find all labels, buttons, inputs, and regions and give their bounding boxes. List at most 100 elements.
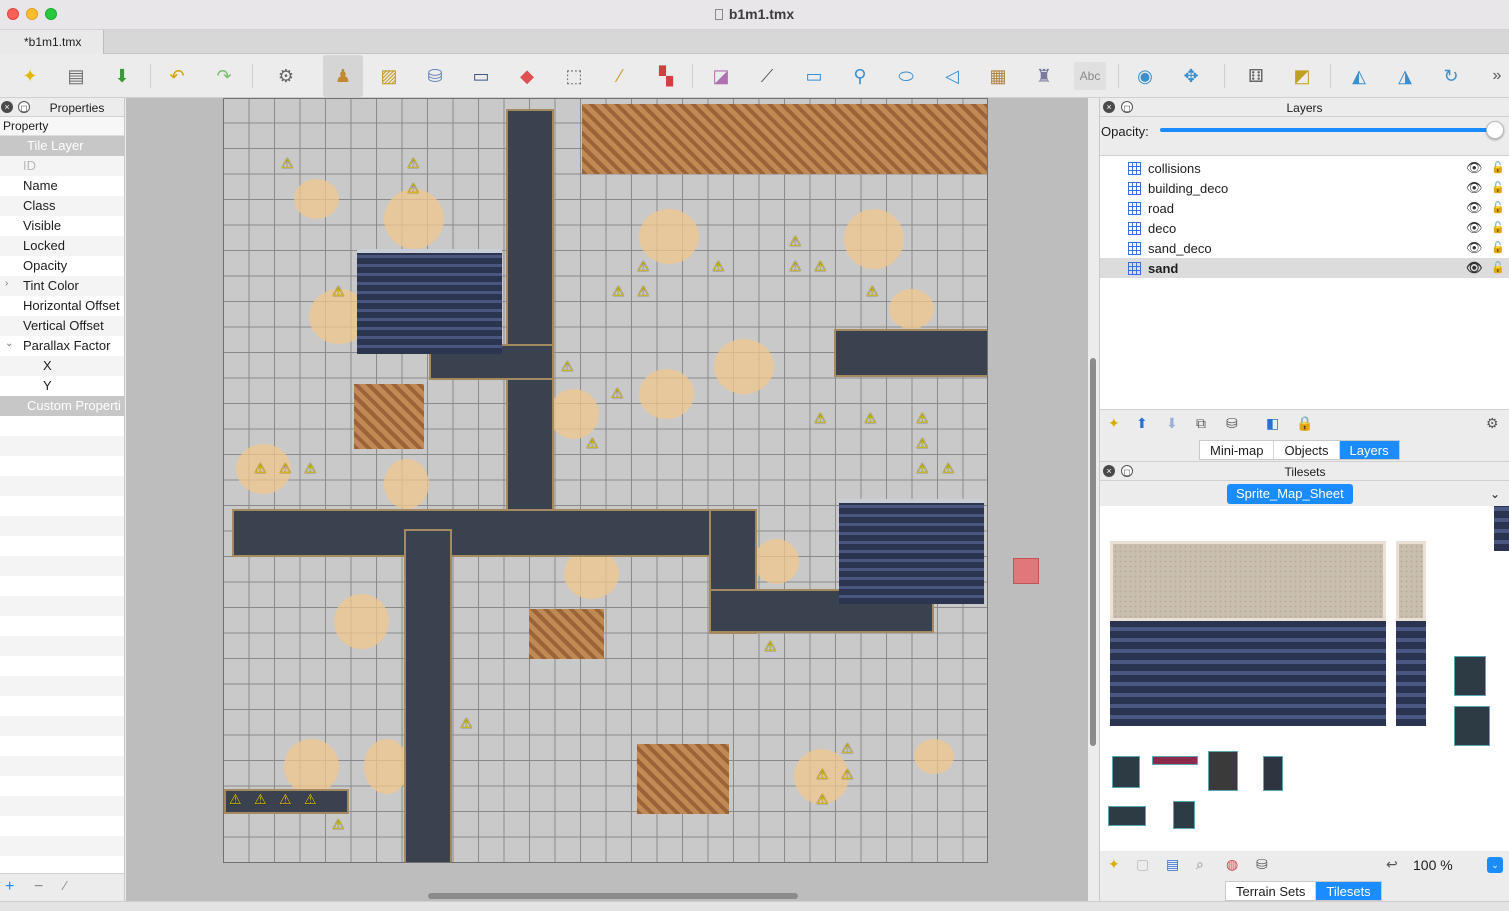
select-objects-icon[interactable]: ◪ <box>707 62 735 90</box>
lock-layer-icon[interactable]: 🔒 <box>1296 415 1313 432</box>
rename-property-icon[interactable]: ⁄ <box>64 878 66 893</box>
close-panel-icon[interactable]: × <box>1 101 13 113</box>
property-parallax-y[interactable]: Y <box>0 376 124 396</box>
custom-properties-group[interactable]: Custom Properti <box>0 396 124 416</box>
chevron-down-icon[interactable]: ⌄ <box>1487 857 1503 873</box>
layer-row-sand[interactable]: sand 👁 🔓 <box>1100 258 1509 278</box>
property-name[interactable]: Name <box>0 176 124 196</box>
tab-tilesets[interactable]: Tilesets <box>1316 882 1381 900</box>
insert-polygon-icon[interactable]: ◁ <box>938 62 966 90</box>
edit-tileset-icon[interactable]: ⌕ <box>1196 856 1204 873</box>
tileset-object-tile[interactable] <box>1173 801 1195 829</box>
dynamic-wrapping-icon[interactable]: ◍ <box>1226 856 1238 873</box>
unlock-icon[interactable]: 🔓 <box>1491 241 1505 254</box>
unlock-icon[interactable]: 🔓 <box>1491 261 1505 274</box>
tab-terrain-sets[interactable]: Terrain Sets <box>1226 882 1317 900</box>
commands-icon[interactable]: ⚙ <box>272 62 300 90</box>
insert-point-icon[interactable]: ⚲ <box>846 62 874 90</box>
tileset-object-tile[interactable] <box>1152 756 1198 765</box>
insert-rectangle-icon[interactable]: ▭ <box>800 62 828 90</box>
layer-row-road[interactable]: road 👁 🔓 <box>1100 198 1509 218</box>
property-class[interactable]: Class <box>0 196 124 216</box>
wang-fill-icon[interactable]: ◩ <box>1288 62 1316 90</box>
layer-row-building-deco[interactable]: building_deco 👁 🔓 <box>1100 178 1509 198</box>
remove-property-icon[interactable]: − <box>34 878 43 896</box>
tileset-object-tile[interactable] <box>1108 806 1146 826</box>
new-tileset-icon[interactable]: ✦ <box>1108 856 1120 873</box>
tileset-wall-tile[interactable] <box>1110 621 1386 726</box>
edit-polygons-icon[interactable]: ⟋ <box>753 62 781 90</box>
tileset-wall-tile[interactable] <box>1396 621 1426 726</box>
float-panel-icon[interactable]: ◻ <box>18 101 30 113</box>
new-map-icon[interactable]: ✦ <box>16 62 44 90</box>
delete-layer-icon[interactable]: ⛁ <box>1226 415 1238 432</box>
embed-tileset-icon[interactable]: ▢ <box>1136 856 1149 873</box>
move-icon[interactable]: ✥ <box>1177 62 1205 90</box>
unlock-icon[interactable]: 🔓 <box>1491 161 1505 174</box>
tileset-object-tile[interactable] <box>1454 656 1486 696</box>
tileset-sand-tile[interactable] <box>1396 541 1426 621</box>
export-tileset-icon[interactable]: ▤ <box>1166 856 1179 873</box>
shape-fill-icon[interactable]: ▭ <box>467 62 495 90</box>
duplicate-layer-icon[interactable]: ⧉ <box>1196 415 1206 432</box>
flip-vertical-icon[interactable]: ◮ <box>1391 62 1419 90</box>
visibility-eye-icon[interactable]: 👁 <box>1466 200 1483 216</box>
tile-map[interactable]: ⚠ ⚠ ⚠ ⚠ ⚠ ⚠ ⚠ ⚠ ⚠ ⚠ ⚠ ⚠ ⚠ ⚠ ⚠ ⚠ ⚠ ⚠ ⚠ ⚠ … <box>223 98 988 863</box>
layer-row-collisions[interactable]: collisions 👁 🔓 <box>1100 158 1509 178</box>
property-parallax-x[interactable]: X <box>0 356 124 376</box>
property-visible[interactable]: Visible <box>0 216 124 236</box>
stamp-brush-icon[interactable]: ♟ <box>323 55 363 97</box>
chevron-down-icon[interactable]: ⌄ <box>1484 484 1506 504</box>
bucket-fill-icon[interactable]: ⛁ <box>421 62 449 90</box>
eraser-icon[interactable]: ◆ <box>513 62 541 90</box>
tileset-object-tile[interactable] <box>1454 706 1490 746</box>
rotate-icon[interactable]: ↻ <box>1437 62 1465 90</box>
layer-row-deco[interactable]: deco 👁 🔓 <box>1100 218 1509 238</box>
opacity-slider[interactable] <box>1160 128 1496 132</box>
raise-layer-icon[interactable]: ⬆ <box>1136 415 1148 432</box>
world-tool-icon[interactable]: ◉ <box>1131 62 1159 90</box>
property-locked[interactable]: Locked <box>0 236 124 256</box>
show-layer-icon[interactable]: ◧ <box>1266 415 1279 432</box>
insert-template-icon[interactable]: ♜ <box>1030 62 1058 90</box>
insert-ellipse-icon[interactable]: ⬭ <box>892 62 920 90</box>
select-same-icon[interactable]: ▚ <box>652 62 680 90</box>
visibility-eye-icon[interactable]: 👁 <box>1466 260 1483 276</box>
document-tab[interactable]: *b1m1.tmx <box>0 30 104 54</box>
new-layer-icon[interactable]: ✦ <box>1108 415 1120 432</box>
tab-mini-map[interactable]: Mini-map <box>1200 441 1275 459</box>
property-parallax-factor[interactable]: ⌄ Parallax Factor <box>0 336 124 356</box>
terrain-brush-icon[interactable]: ▨ <box>375 62 403 90</box>
tileset-view[interactable] <box>1100 506 1509 851</box>
open-icon[interactable]: ▤ <box>62 62 90 90</box>
remove-tileset-icon[interactable]: ⛁ <box>1256 856 1268 873</box>
horizontal-scrollbar[interactable] <box>428 893 798 899</box>
rect-select-icon[interactable]: ⬚ <box>560 62 588 90</box>
chevron-down-icon[interactable]: ⌄ <box>5 338 13 349</box>
tileset-object-tile[interactable] <box>1112 756 1140 788</box>
add-property-icon[interactable]: + <box>5 878 14 896</box>
unlock-icon[interactable]: 🔓 <box>1491 221 1505 234</box>
map-viewport[interactable]: ⚠ ⚠ ⚠ ⚠ ⚠ ⚠ ⚠ ⚠ ⚠ ⚠ ⚠ ⚠ ⚠ ⚠ ⚠ ⚠ ⚠ ⚠ ⚠ ⚠ … <box>126 98 1096 901</box>
lower-layer-icon[interactable]: ⬇ <box>1166 415 1178 432</box>
undo-icon[interactable]: ↶ <box>163 62 191 90</box>
property-horizontal-offset[interactable]: Horizontal Offset <box>0 296 124 316</box>
tileset-wall-tile[interactable] <box>1494 506 1509 551</box>
redo-icon[interactable]: ↷ <box>210 62 238 90</box>
visibility-eye-icon[interactable]: 👁 <box>1466 160 1483 176</box>
insert-tile-icon[interactable]: ▦ <box>984 62 1012 90</box>
opacity-slider-knob[interactable] <box>1486 121 1504 139</box>
vertical-scrollbar[interactable] <box>1090 358 1096 746</box>
layer-row-sand-deco[interactable]: sand_deco 👁 🔓 <box>1100 238 1509 258</box>
flip-horizontal-icon[interactable]: ◭ <box>1345 62 1373 90</box>
property-tint-color[interactable]: › Tint Color <box>0 276 124 296</box>
zoom-select[interactable]: 100 % ⌄ <box>1411 855 1505 875</box>
tileset-object-tile[interactable] <box>1263 756 1283 791</box>
magic-wand-icon[interactable]: ⁄ <box>606 62 634 90</box>
tileset-object-tile[interactable] <box>1208 751 1238 791</box>
return-icon[interactable]: ↩ <box>1386 856 1398 873</box>
layer-options-icon[interactable]: ⚙ <box>1486 415 1499 432</box>
unlock-icon[interactable]: 🔓 <box>1491 181 1505 194</box>
insert-text-icon[interactable]: Abc <box>1074 62 1106 90</box>
visibility-eye-icon[interactable]: 👁 <box>1466 240 1483 256</box>
